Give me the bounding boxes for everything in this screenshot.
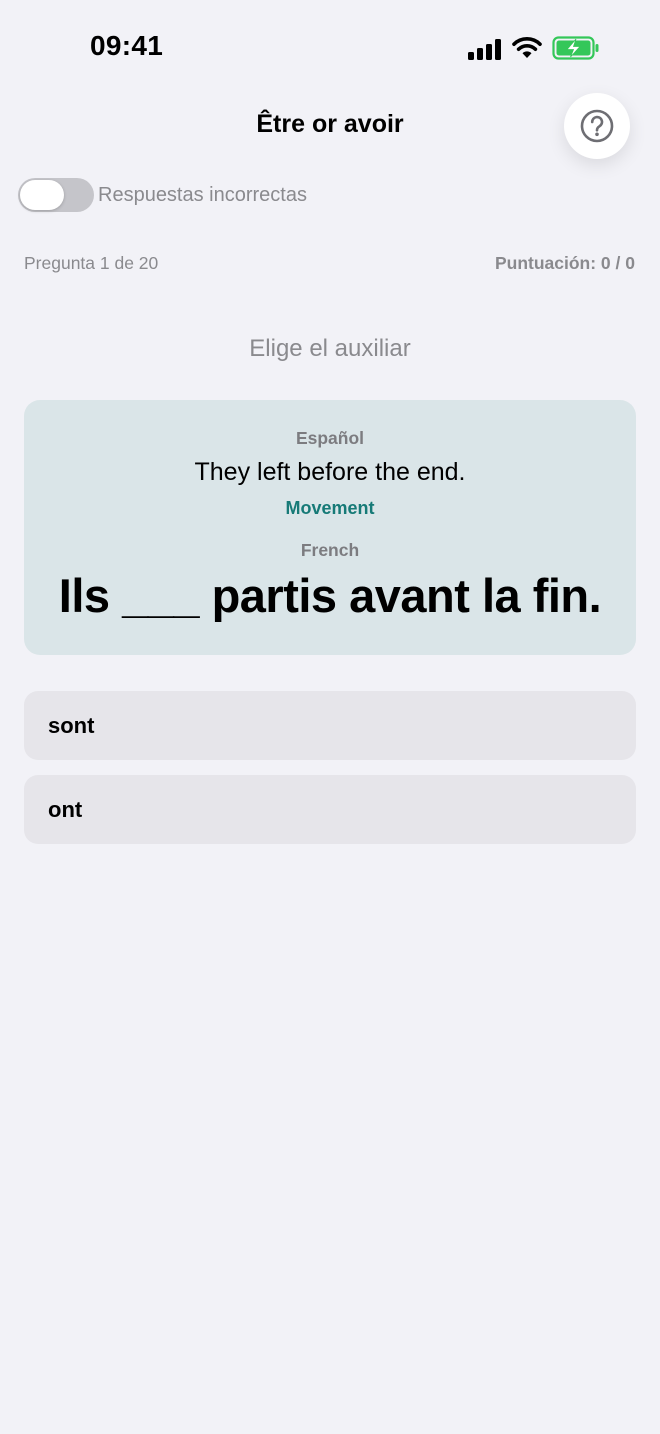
- answer-option-sont[interactable]: sont: [24, 691, 636, 760]
- status-bar: 09:41: [0, 0, 660, 96]
- category-label: Movement: [285, 498, 375, 518]
- source-sentence: They left before the end.: [194, 458, 466, 486]
- target-sentence: Ils ___ partis avant la fin.: [58, 569, 602, 622]
- wifi-icon: [512, 37, 542, 58]
- screen: 09:41 Être or avoir Respuestas incorrect…: [0, 0, 660, 1434]
- source-language-label: Español: [295, 428, 365, 448]
- question-counter: Pregunta 1 de 20: [24, 253, 159, 273]
- incorrect-answers-toggle[interactable]: [18, 178, 94, 212]
- answer-option-label: sont: [48, 712, 95, 738]
- instruction-text: Elige el auxiliar: [249, 335, 411, 362]
- cellular-signal-icon: [468, 38, 502, 60]
- question-card: Español They left before the end. Moveme…: [24, 400, 636, 655]
- status-time: 09:41: [90, 30, 164, 61]
- question-circle-icon: [580, 109, 614, 143]
- answer-option-label: ont: [48, 796, 83, 822]
- page-title: Être or avoir: [256, 110, 404, 138]
- help-button[interactable]: [564, 93, 630, 159]
- toggle-label: Respuestas incorrectas: [98, 183, 307, 206]
- toggle-knob: [20, 180, 64, 210]
- battery-charging-icon: [552, 36, 599, 60]
- target-language-label: French: [300, 540, 360, 560]
- incorrect-answers-toggle-row: Respuestas incorrectas: [18, 178, 307, 212]
- score-label: Puntuación: 0 / 0: [494, 253, 635, 273]
- answer-option-ont[interactable]: ont: [24, 775, 636, 844]
